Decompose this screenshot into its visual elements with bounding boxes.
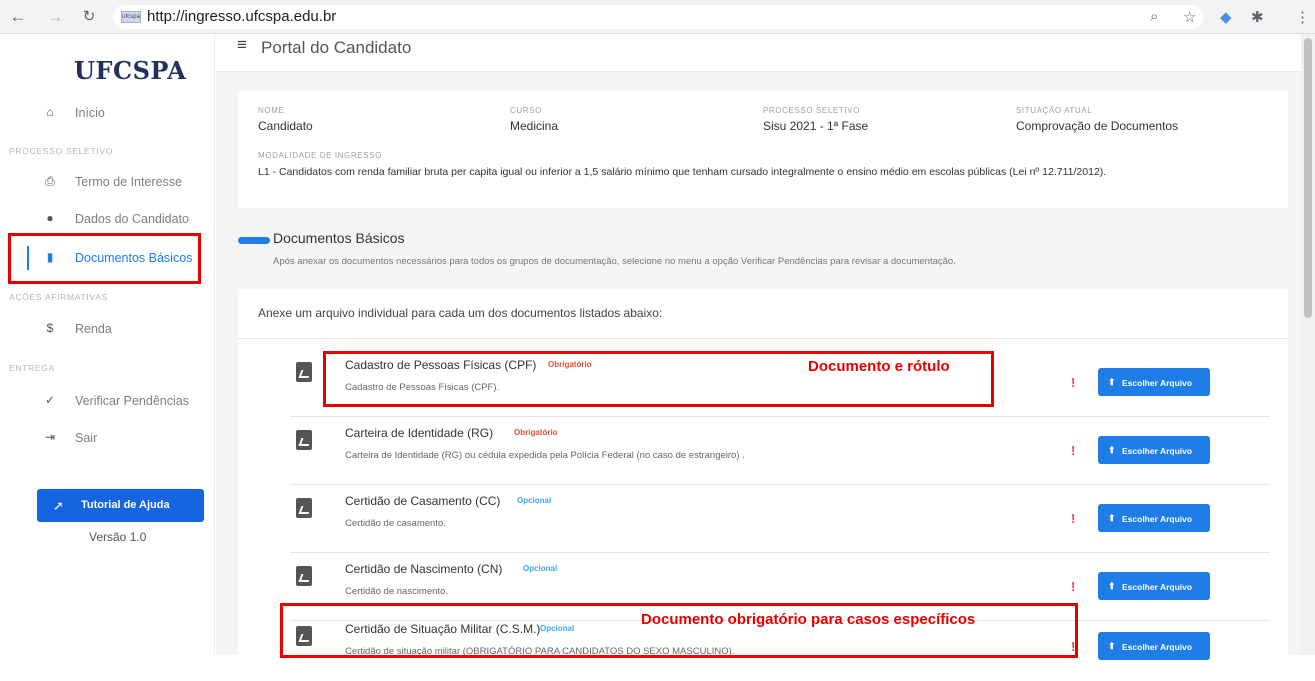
sidebar-item-inicio[interactable]: ⌂ Início: [0, 98, 215, 128]
home-icon: ⌂: [46, 105, 54, 119]
field-label: MODALIDADE DE INGRESSO: [258, 151, 382, 160]
warning-icon: !: [1071, 511, 1076, 526]
sidebar-item-sair[interactable]: ⇥ Sair: [0, 423, 215, 453]
dollar-icon: $: [46, 321, 54, 335]
sidebar-item-termo[interactable]: ⎙ Termo de Interesse: [0, 167, 215, 197]
page-title: Portal do Candidato: [261, 38, 412, 57]
document-name: Certidão de Casamento (CC): [345, 494, 501, 508]
check-icon: ✓: [44, 393, 56, 407]
choose-file-button[interactable]: ⬆ Escolher Arquivo: [1098, 436, 1210, 464]
choose-file-button[interactable]: ⬆ Escolher Arquivo: [1098, 504, 1210, 532]
sidebar-item-label: Termo de Interesse: [75, 175, 182, 189]
annotation-label: Documento e rótulo: [808, 358, 950, 375]
browser-toolbar: ← → ↻ ufcspa http://ingresso.ufcspa.edu.…: [0, 0, 1315, 34]
choose-file-label: Escolher Arquivo: [1122, 582, 1193, 592]
status-value: Comprovação de Documentos: [1016, 119, 1179, 133]
sidebar-item-verificar[interactable]: ✓ Verificar Pendências: [0, 386, 215, 416]
document-description: Certidão de nascimento.: [345, 586, 448, 597]
warning-icon: !: [1071, 443, 1076, 458]
rocket-icon: ➚: [53, 498, 64, 513]
instruction-text: Anexe um arquivo individual para cada um…: [258, 306, 663, 320]
upload-icon: ⬆: [1108, 513, 1116, 523]
documents-card: Anexe um arquivo individual para cada um…: [238, 289, 1288, 660]
sidebar-item-label: Verificar Pendências: [75, 394, 189, 408]
candidate-name: Candidato: [258, 119, 313, 133]
logo[interactable]: UFCSPA: [74, 56, 186, 85]
version-text: Versão 1.0: [89, 530, 147, 544]
tutorial-button[interactable]: ➚ Tutorial de Ajuda: [37, 489, 204, 522]
page-header: ≡ Portal do Candidato: [216, 34, 1301, 72]
user-icon: ●: [46, 211, 54, 225]
document-name: Certidão de Nascimento (CN): [345, 562, 503, 576]
reload-icon[interactable]: ↻: [78, 7, 100, 25]
address-bar[interactable]: ufcspa http://ingresso.ufcspa.edu.br: [113, 5, 1203, 29]
url-text[interactable]: http://ingresso.ufcspa.edu.br: [147, 8, 336, 25]
field-label: SITUAÇÃO ATUAL: [1016, 106, 1093, 115]
process-value: Sisu 2021 - 1ª Fase: [763, 119, 869, 133]
upload-icon: ⬆: [1108, 445, 1116, 455]
upload-icon: ⬆: [1108, 581, 1116, 591]
puzzle-icon[interactable]: ✱: [1251, 8, 1264, 26]
divider: [238, 338, 1288, 339]
field-label: NOME: [258, 106, 285, 115]
section-header: ENTREGA: [9, 363, 55, 373]
document-image-icon: [296, 362, 312, 382]
annotation-highlight-box: [8, 233, 201, 284]
sidebar-item-dados[interactable]: ● Dados do Candidato: [0, 204, 215, 234]
document-image-icon: [296, 430, 312, 450]
logout-icon: ⇥: [44, 430, 56, 444]
sidebar-item-label: Início: [75, 106, 105, 120]
course-value: Medicina: [510, 119, 559, 133]
upload-icon: ⬆: [1108, 377, 1116, 387]
choose-file-button[interactable]: ⬆ Escolher Arquivo: [1098, 632, 1210, 660]
annotation-label: Documento obrigatório para casos específ…: [641, 611, 976, 628]
sidebar-item-label: Dados do Candidato: [75, 212, 189, 226]
field-label: PROCESSO SELETIVO: [763, 106, 860, 115]
document-description: Certidão de casamento.: [345, 518, 446, 529]
modality-value: L1 - Candidatos com renda familiar bruta…: [258, 166, 1107, 178]
scrollbar-thumb[interactable]: [1304, 38, 1312, 318]
upload-icon: ⬆: [1108, 641, 1116, 651]
printer-icon: ⎙: [45, 174, 55, 188]
bookmark-star-icon[interactable]: ☆: [1183, 8, 1196, 26]
choose-file-button[interactable]: ⬆ Escolher Arquivo: [1098, 572, 1210, 600]
section-header: PROCESSO SELETIVO: [9, 146, 114, 156]
section-title: Documentos Básicos: [273, 230, 405, 246]
document-row: Certidão de Casamento (CC) Opcional Cert…: [290, 485, 1270, 553]
tutorial-label: Tutorial de Ajuda: [81, 499, 170, 511]
candidate-info-card: NOME Candidato CURSO Medicina PROCESSO S…: [238, 91, 1288, 208]
choose-file-label: Escolher Arquivo: [1122, 514, 1193, 524]
choose-file-button[interactable]: ⬆ Escolher Arquivo: [1098, 368, 1210, 396]
choose-file-label: Escolher Arquivo: [1122, 378, 1193, 388]
zoom-icon[interactable]: ⌕: [1150, 8, 1158, 25]
sidebar-item-label: Sair: [75, 431, 98, 445]
document-description: Carteira de Identidade (RG) ou cédula ex…: [345, 450, 745, 461]
choose-file-label: Escolher Arquivo: [1122, 446, 1193, 456]
sidebar-item-label: Renda: [75, 322, 112, 336]
section-description: Após anexar os documentos necessários pa…: [273, 256, 956, 267]
menu-kebab-icon[interactable]: ⋮: [1295, 8, 1310, 26]
document-row: Carteira de Identidade (RG) Obrigatório …: [290, 417, 1270, 485]
hamburger-menu-icon[interactable]: ≡: [237, 35, 247, 55]
required-badge: Obrigatório: [514, 428, 558, 437]
forward-arrow-icon[interactable]: →: [44, 7, 66, 27]
optional-badge: Opcional: [523, 564, 558, 573]
site-favicon-icon: ufcspa: [121, 11, 141, 23]
warning-icon: !: [1071, 579, 1076, 594]
scrollbar[interactable]: [1301, 34, 1315, 655]
field-label: CURSO: [510, 106, 542, 115]
optional-badge: Opcional: [517, 496, 552, 505]
choose-file-label: Escolher Arquivo: [1122, 642, 1193, 652]
document-image-icon: [296, 498, 312, 518]
sidebar: UFCSPA ⌂ Início PROCESSO SELETIVO ⎙ Term…: [0, 34, 215, 655]
extension-icon[interactable]: ◆: [1220, 8, 1232, 26]
section-dash-icon: [238, 237, 270, 244]
back-arrow-icon[interactable]: ←: [7, 7, 29, 27]
document-image-icon: [296, 566, 312, 586]
document-name: Carteira de Identidade (RG): [345, 426, 494, 440]
section-header: AÇÕES AFIRMATIVAS: [9, 292, 108, 302]
sidebar-item-renda[interactable]: $ Renda: [0, 314, 215, 344]
warning-icon: !: [1071, 375, 1076, 390]
